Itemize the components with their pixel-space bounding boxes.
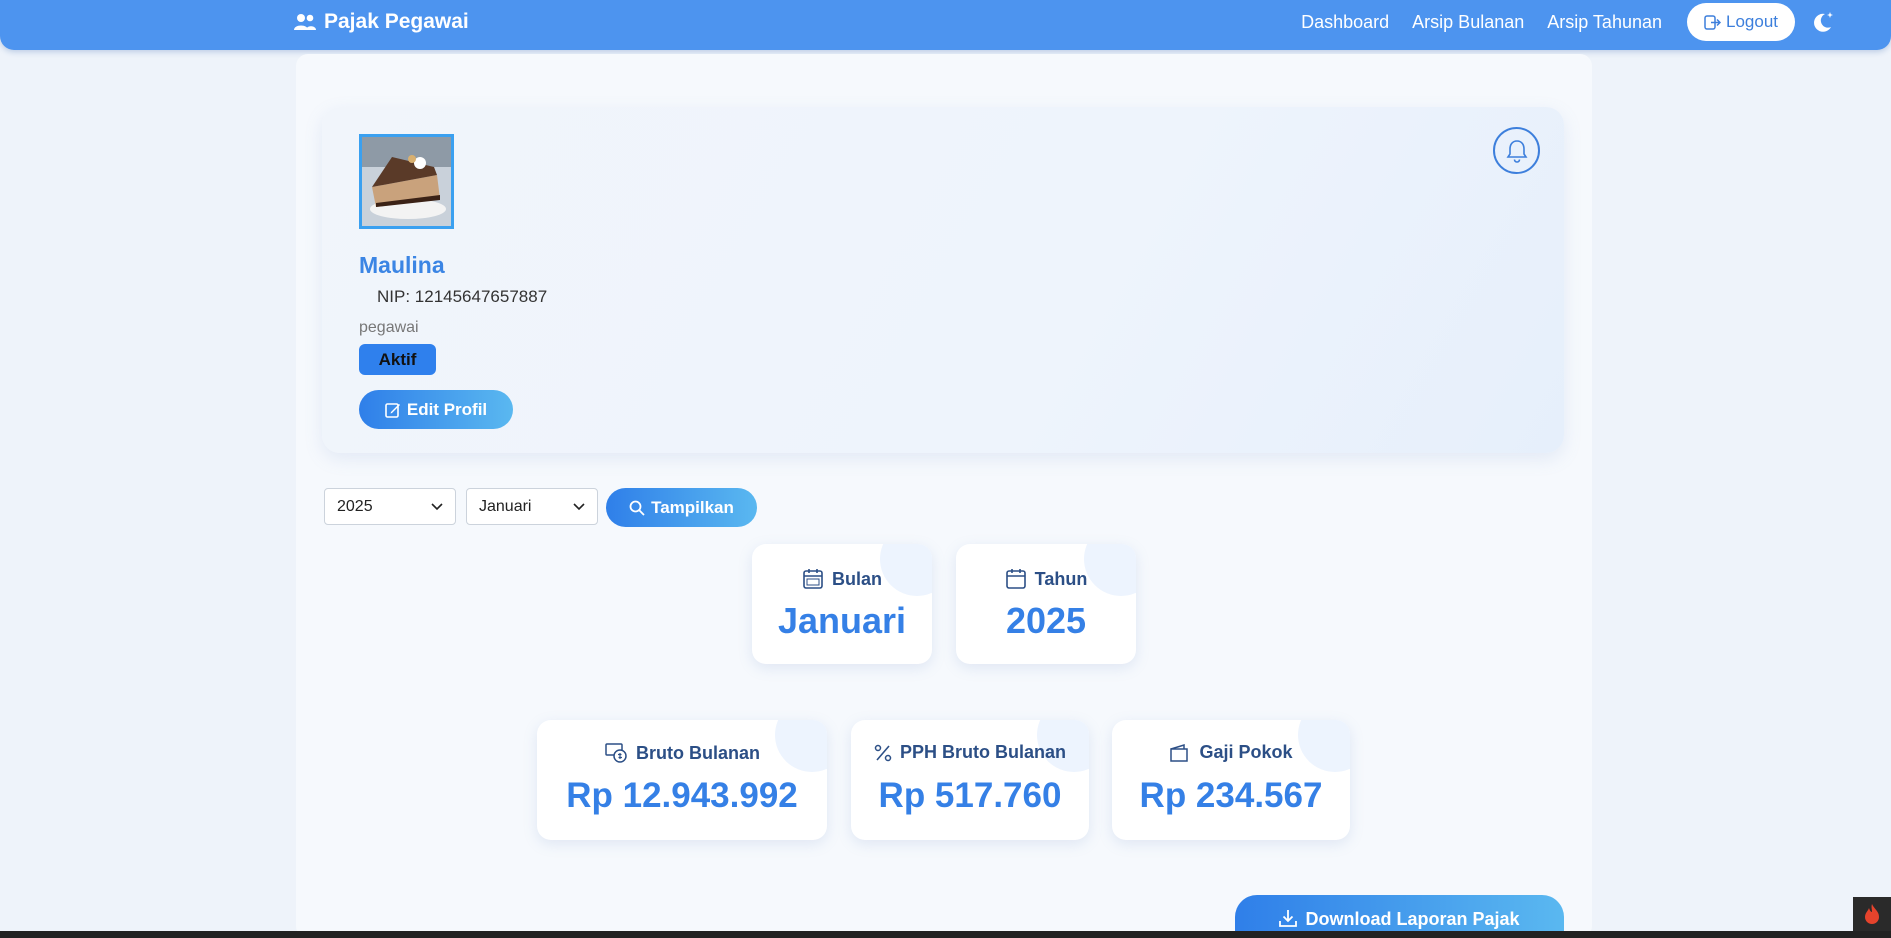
month-card-value: Januari xyxy=(777,600,907,641)
percent-icon xyxy=(874,744,892,761)
profile-name: Maulina xyxy=(359,252,445,278)
bruto-card: Bruto Bulanan Rp 12.943.992 xyxy=(537,720,827,840)
year-card-label: Tahun xyxy=(1034,568,1088,589)
notification-button[interactable] xyxy=(1493,127,1540,174)
year-select[interactable]: 2025 xyxy=(324,488,456,525)
corner-badge[interactable] xyxy=(1853,897,1891,931)
show-button-label: Tampilkan xyxy=(651,497,734,517)
bruto-card-header: Bruto Bulanan xyxy=(537,742,827,764)
edit-icon xyxy=(385,402,400,418)
status-badge: Aktif xyxy=(359,344,436,375)
brand[interactable]: Pajak Pegawai xyxy=(294,10,469,34)
users-icon xyxy=(294,14,316,30)
brand-title: Pajak Pegawai xyxy=(324,10,469,33)
search-icon xyxy=(629,500,645,516)
calendar-icon xyxy=(1005,569,1026,589)
month-select[interactable]: Januari xyxy=(466,488,598,525)
bruto-card-value: Rp 12.943.992 xyxy=(566,776,798,815)
pph-card-label: PPH Bruto Bulanan xyxy=(899,742,1066,762)
logout-icon xyxy=(1704,14,1721,30)
pph-card-header: PPH Bruto Bulanan xyxy=(851,742,1089,763)
nav-links: Dashboard Arsip Bulanan Arsip Tahunan Lo… xyxy=(1301,0,1891,44)
edit-profile-button[interactable]: Edit Profil xyxy=(359,390,513,429)
month-card-header: Bulan xyxy=(752,568,932,590)
month-select-value: Januari xyxy=(479,497,532,515)
edit-profile-label: Edit Profil xyxy=(406,399,488,419)
bell-icon xyxy=(1506,139,1527,163)
avatar xyxy=(359,134,454,229)
download-report-label: Download Laporan Pajak xyxy=(1305,909,1520,929)
logout-button[interactable]: Logout xyxy=(1687,3,1795,41)
chevron-down-icon xyxy=(431,502,443,510)
bruto-card-label: Bruto Bulanan xyxy=(636,742,760,763)
year-card-value: 2025 xyxy=(1005,600,1087,641)
gaji-card-header: Gaji Pokok xyxy=(1112,742,1350,763)
nav-dashboard[interactable]: Dashboard xyxy=(1301,12,1389,33)
calendar-month-icon xyxy=(803,569,823,589)
nav-arsip-bulanan[interactable]: Arsip Bulanan xyxy=(1412,12,1524,33)
year-select-value: 2025 xyxy=(337,497,373,515)
bottom-bar xyxy=(0,931,1891,938)
gaji-card-value: Rp 234.567 xyxy=(1139,776,1323,815)
pph-card-value: Rp 517.760 xyxy=(878,776,1062,815)
chevron-down-icon xyxy=(573,502,585,510)
theme-toggle-icon[interactable] xyxy=(1811,10,1835,34)
cake-photo-icon xyxy=(362,137,451,226)
top-navbar: Pajak Pegawai Dashboard Arsip Bulanan Ar… xyxy=(0,0,1891,50)
year-card: Tahun 2025 xyxy=(956,544,1136,664)
download-icon xyxy=(1279,910,1298,927)
nav-arsip-tahunan[interactable]: Arsip Tahunan xyxy=(1547,12,1662,33)
pph-card: PPH Bruto Bulanan Rp 517.760 xyxy=(851,720,1089,840)
fire-icon xyxy=(1865,904,1879,924)
profile-role: pegawai xyxy=(359,319,419,336)
gaji-card-label: Gaji Pokok xyxy=(1199,742,1293,762)
year-card-header: Tahun xyxy=(956,568,1136,590)
wallet-icon xyxy=(1170,743,1189,762)
profile-nip: NIP: 12145647657887 xyxy=(377,287,548,306)
month-card-label: Bulan xyxy=(831,568,882,589)
gaji-card: Gaji Pokok Rp 234.567 xyxy=(1112,720,1350,840)
show-button[interactable]: Tampilkan xyxy=(606,488,757,527)
month-card: Bulan Januari xyxy=(752,544,932,664)
money-icon xyxy=(605,743,627,763)
logout-label: Logout xyxy=(1726,12,1778,31)
